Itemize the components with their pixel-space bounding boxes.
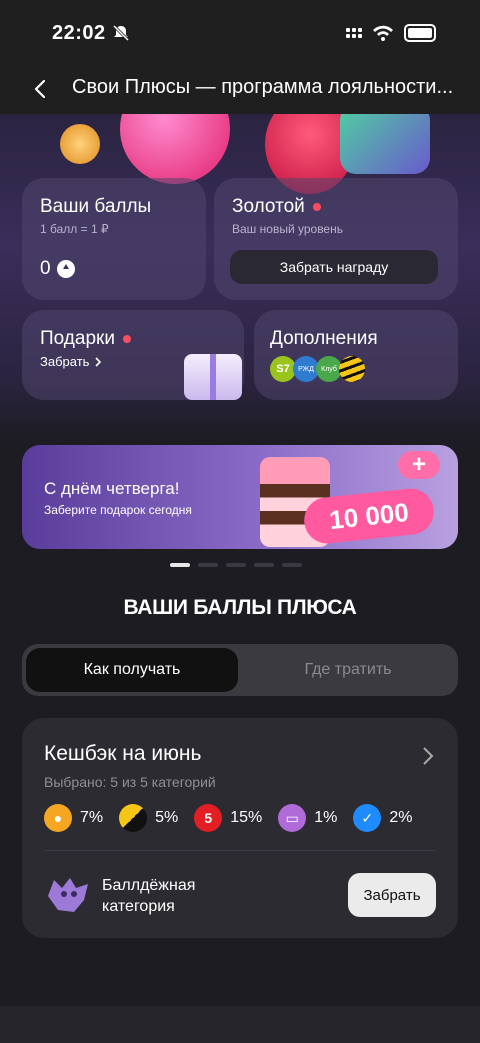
plus-points-icon bbox=[56, 260, 75, 278]
gifts-card[interactable]: Подарки Забрать bbox=[22, 310, 244, 400]
back-arrow-icon[interactable] bbox=[30, 74, 52, 104]
points-value: 0 bbox=[40, 258, 51, 279]
chevron-right-icon[interactable] bbox=[422, 746, 434, 766]
category-percent: 1% bbox=[314, 809, 338, 826]
category-percent: 5% bbox=[155, 809, 179, 826]
gift-box-icon bbox=[184, 354, 242, 400]
banner-subtitle: Заберите подарок сегодня bbox=[44, 503, 192, 517]
status-bar: 22:02 bbox=[0, 0, 480, 68]
bell-off-icon bbox=[112, 24, 130, 42]
status-time: 22:02 bbox=[52, 22, 106, 44]
divider bbox=[44, 850, 436, 851]
points-value-row: 0 bbox=[40, 258, 75, 280]
apple-icon: ● bbox=[44, 804, 72, 832]
mascot-icon bbox=[48, 878, 88, 912]
level-title-row: Золотой bbox=[232, 196, 321, 218]
bottom-bar bbox=[0, 1006, 480, 1043]
cashback-categories: ● 7% 5% 5 15% ▭ 1% ✓ 2% bbox=[44, 804, 429, 832]
category-percent: 2% bbox=[389, 809, 413, 826]
points-card-title: Ваши баллы bbox=[40, 196, 152, 217]
special-category-label: Баллдёжная категория bbox=[102, 875, 195, 917]
ticket-icon: ▭ bbox=[278, 804, 307, 832]
cashback-title[interactable]: Кешбэк на июнь bbox=[44, 742, 201, 766]
claim-reward-button[interactable]: Забрать награду bbox=[230, 250, 438, 284]
category-item[interactable]: 5% bbox=[119, 804, 178, 832]
points-rate: 1 балл = 1 ₽ bbox=[40, 222, 109, 236]
gifts-title-row: Подарки bbox=[40, 328, 131, 350]
carousel-indicator bbox=[170, 563, 302, 567]
level-subtitle: Ваш новый уровень bbox=[232, 222, 343, 236]
gift-decoration bbox=[340, 114, 430, 174]
carousel-dot[interactable] bbox=[170, 563, 190, 567]
taxi-icon bbox=[119, 804, 148, 832]
special-category-line2: категория bbox=[102, 898, 175, 915]
cashback-subtitle: Выбрано: 5 из 5 категорий bbox=[44, 774, 216, 790]
gifts-action[interactable]: Забрать bbox=[40, 354, 103, 369]
tab-how-to-earn[interactable]: Как получать bbox=[26, 648, 238, 692]
extras-card[interactable]: Дополнения S7 РЖД Клуб bbox=[254, 310, 458, 400]
bird-icon: ✓ bbox=[353, 804, 382, 832]
notification-dot bbox=[122, 334, 131, 343]
segmented-control: Как получать Где тратить bbox=[22, 644, 458, 696]
level-title: Золотой bbox=[232, 196, 305, 217]
pyaterochka-icon: 5 bbox=[194, 804, 223, 832]
category-item[interactable]: ✓ 2% bbox=[353, 804, 413, 832]
carousel-dot[interactable] bbox=[282, 563, 302, 567]
cashback-card: Кешбэк на июнь Выбрано: 5 из 5 категорий… bbox=[22, 718, 458, 938]
carousel-dot[interactable] bbox=[254, 563, 274, 567]
category-item[interactable]: ● 7% bbox=[44, 804, 103, 832]
banner-title: С днём четверга! bbox=[44, 479, 180, 498]
special-category-line1: Баллдёжная bbox=[102, 877, 196, 894]
gifts-action-label: Забрать bbox=[40, 354, 90, 369]
plus-icon: + bbox=[398, 451, 440, 479]
bonus-amount: 10 000 bbox=[327, 496, 411, 535]
category-item[interactable]: 5 15% bbox=[194, 804, 262, 832]
section-title: ВАШИ БАЛЛЫ ПЛЮСА bbox=[123, 596, 357, 619]
gifts-title: Подарки bbox=[40, 328, 115, 349]
level-card[interactable]: Золотой Ваш новый уровень Забрать наград… bbox=[214, 178, 458, 300]
category-item[interactable]: ▭ 1% bbox=[278, 804, 337, 832]
header: Свои Плюсы — программа лояльности... bbox=[0, 68, 480, 114]
tab-where-to-spend[interactable]: Где тратить bbox=[242, 648, 454, 692]
category-percent: 15% bbox=[230, 809, 263, 826]
bubble-decoration bbox=[60, 124, 100, 164]
carousel-dot[interactable] bbox=[226, 563, 246, 567]
carousel-dot[interactable] bbox=[198, 563, 218, 567]
beeline-icon bbox=[339, 356, 365, 382]
chevron-right-icon bbox=[95, 356, 102, 367]
partner-logos: S7 РЖД Клуб bbox=[270, 356, 365, 382]
claim-category-button[interactable]: Забрать bbox=[348, 873, 436, 917]
battery-icon bbox=[404, 24, 436, 42]
promo-banner[interactable]: С днём четверга! Заберите подарок сегодн… bbox=[22, 445, 458, 549]
page-title: Свои Плюсы — программа лояльности... bbox=[72, 76, 452, 98]
signal-icon bbox=[346, 28, 362, 38]
category-percent: 7% bbox=[80, 809, 104, 826]
notification-dot bbox=[312, 202, 321, 211]
extras-title: Дополнения bbox=[270, 328, 378, 349]
wifi-icon bbox=[373, 25, 393, 41]
points-card[interactable]: Ваши баллы 1 балл = 1 ₽ 0 bbox=[22, 178, 206, 300]
flower-decoration bbox=[120, 114, 230, 184]
